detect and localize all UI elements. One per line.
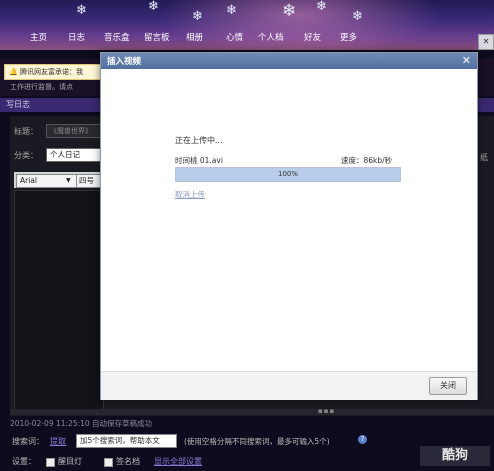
nav-blog[interactable]: 日志 <box>68 31 85 43</box>
cancel-upload-link[interactable]: 取消上传 <box>175 189 205 200</box>
grip-icon: ▪▪▪ <box>318 407 336 415</box>
search-input[interactable]: 加5个搜索词，帮助本文 <box>76 434 177 448</box>
highlight-label: 醒目灯 <box>58 457 82 466</box>
close-button[interactable]: 关闭 <box>429 377 467 395</box>
dialog-titlebar: 插入视频 ✕ <box>101 53 477 69</box>
help-icon[interactable]: ? <box>358 435 367 444</box>
snowflake-icon: ❄ <box>352 9 363 24</box>
speaker-icon: 🔔 <box>9 68 18 76</box>
settings-label: 设置： <box>12 457 36 466</box>
resize-splitter[interactable]: ▪▪▪ <box>10 407 494 415</box>
category-label: 分类： <box>14 151 38 160</box>
nav-album[interactable]: 相册 <box>186 31 203 43</box>
progress-text: 100% <box>277 170 298 178</box>
nav-guestbook[interactable]: 留言板 <box>144 31 170 43</box>
right-label: 纸 <box>480 153 488 162</box>
insert-video-dialog: 插入视频 ✕ 正在上传中... 时间桃 01.avi 速度：86kb/秒 100… <box>100 52 478 400</box>
autosave-status: 2010-02-09 11:25:10 自动保存草稿成功 <box>10 419 153 428</box>
upload-filename: 时间桃 01.avi <box>175 156 223 165</box>
extract-link[interactable]: 提取 <box>50 436 66 447</box>
snowflake-icon: ❄ <box>148 0 159 14</box>
search-label: 搜索词： <box>12 437 44 446</box>
dialog-title: 插入视频 <box>107 57 142 67</box>
nav-friends[interactable]: 好友 <box>304 31 321 43</box>
category-select[interactable]: 个人日记 <box>46 148 105 162</box>
blog-header-banner: ❄ ❄ ❄ ❄ ❄ ❄ ❄ 主页 日志 音乐盒 留言板 相册 心情 个人档 好友… <box>0 0 494 50</box>
dialog-footer: 关闭 <box>101 371 477 400</box>
signature-checkbox[interactable] <box>104 458 113 467</box>
snowflake-icon: ❄ <box>226 3 237 18</box>
search-note: (使用空格分隔不同搜索词，最多可输入5个) <box>184 437 330 446</box>
nav-mood[interactable]: 心情 <box>226 31 243 43</box>
close-icon[interactable]: ✕ <box>462 53 471 68</box>
chevron-down-icon[interactable]: ▼ <box>66 177 71 184</box>
upload-progress-bar: 100% <box>175 167 401 182</box>
editor-content-area[interactable] <box>14 190 104 414</box>
notice-text: 腾讯网友富承诺：我 <box>19 68 83 76</box>
signature-label: 签名档 <box>116 457 140 466</box>
main-nav: 主页 日志 音乐盒 留言板 相册 心情 个人档 好友 更多 <box>0 30 494 46</box>
snowflake-icon: ❄ <box>316 0 327 14</box>
upload-status: 正在上传中... <box>175 136 223 145</box>
title-input[interactable]: 《魔兽世界》 <box>46 124 107 138</box>
nav-profile[interactable]: 个人档 <box>258 31 284 43</box>
highlight-checkbox[interactable] <box>46 458 55 467</box>
close-icon[interactable]: ✕ <box>478 34 494 50</box>
show-all-settings-link[interactable]: 显示全部设置 <box>154 456 202 467</box>
snowflake-icon: ❄ <box>76 3 87 18</box>
nav-more[interactable]: 更多 <box>340 31 357 43</box>
title-label: 标题： <box>14 127 38 136</box>
nav-home[interactable]: 主页 <box>30 31 47 43</box>
nav-music[interactable]: 音乐盒 <box>104 31 130 43</box>
notice-line: 🔔 腾讯网友富承诺：我 <box>4 64 110 80</box>
right-strip: 纸 <box>476 116 494 416</box>
upload-speed: 速度：86kb/秒 <box>341 156 393 165</box>
snowflake-icon: ❄ <box>282 1 297 21</box>
notice-text-2: 工作进行监督。请点 <box>10 83 73 91</box>
watermark-logo: 酷狗 <box>420 446 490 466</box>
snowflake-icon: ❄ <box>192 9 203 24</box>
section-title: 写日志 <box>6 100 30 109</box>
